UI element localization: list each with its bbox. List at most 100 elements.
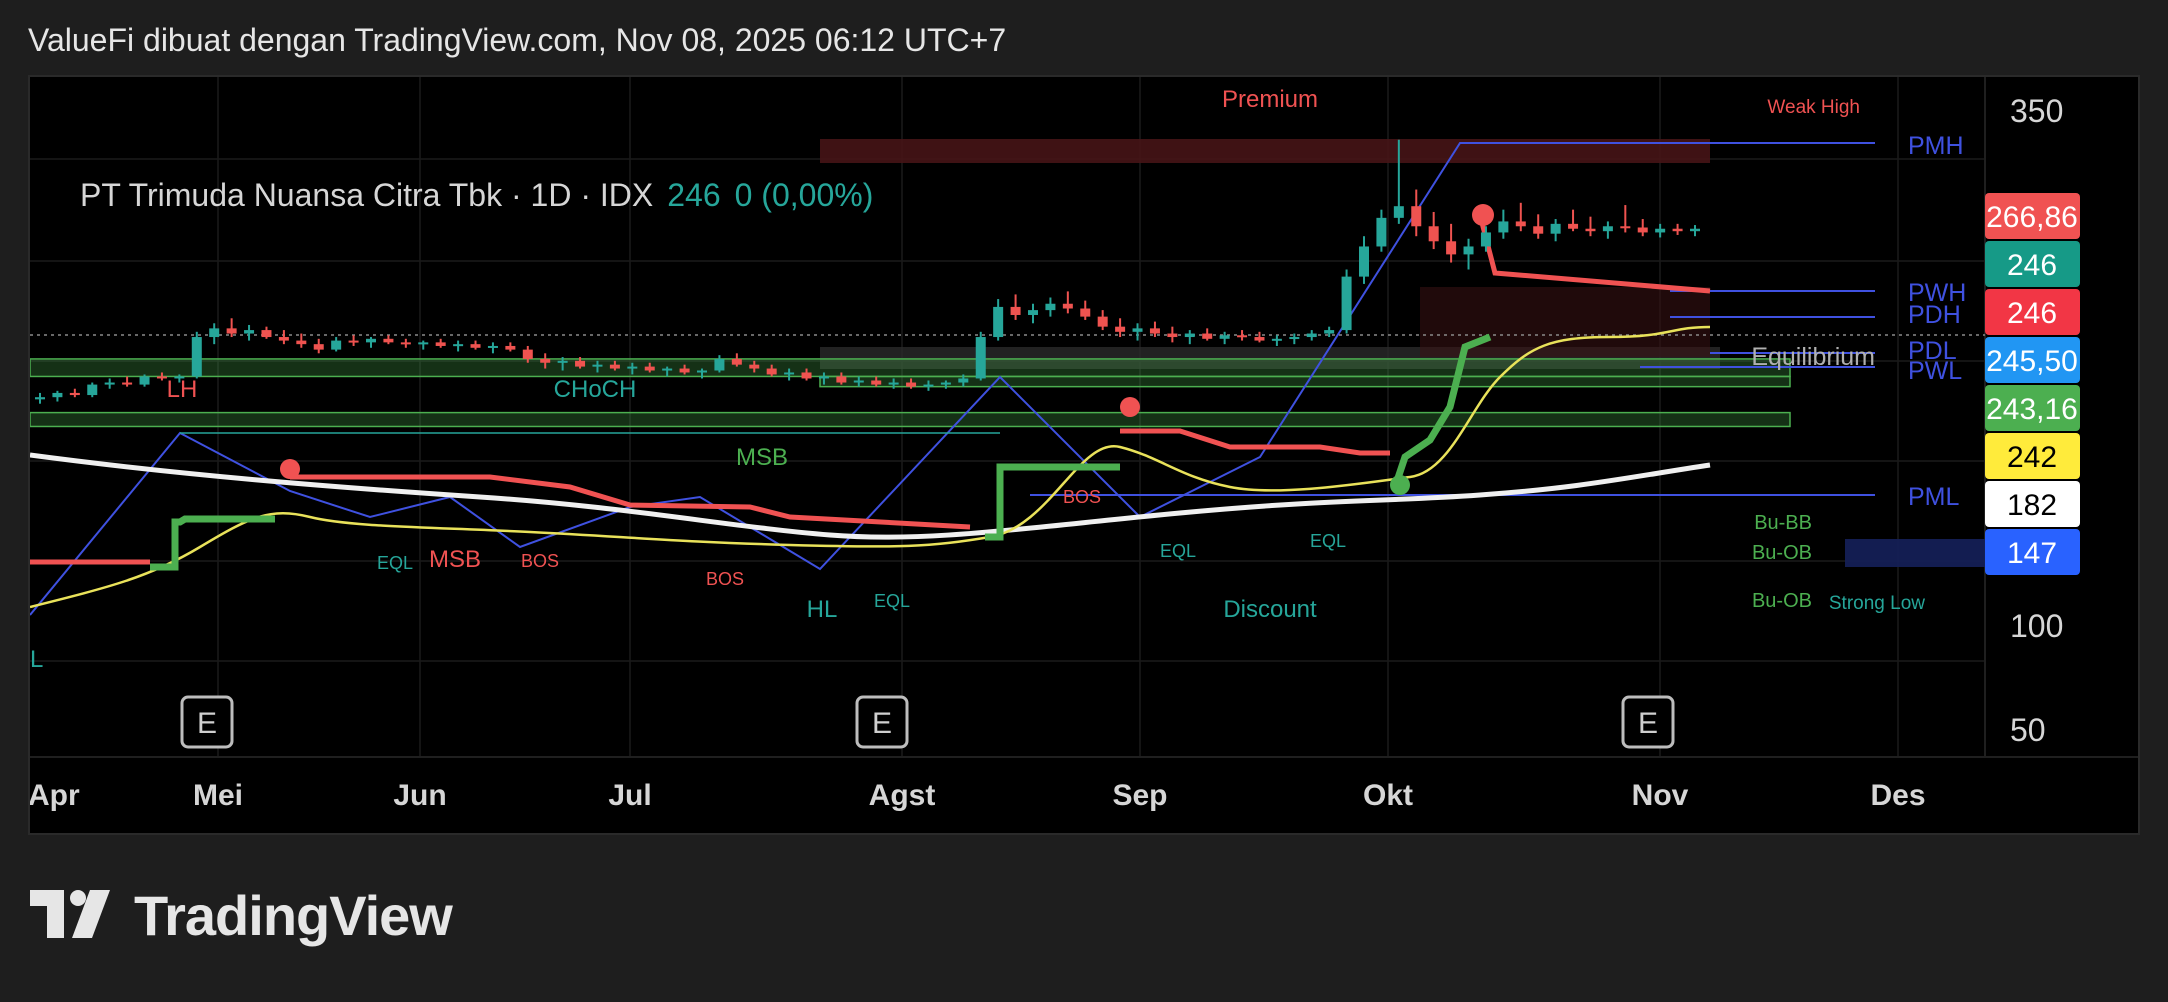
- candle: [1062, 291, 1073, 314]
- candle: [1341, 269, 1352, 334]
- time-axis: Apr Mei Jun Jul Agst Sep Okt Nov Des: [30, 779, 1926, 812]
- equilibrium-label: Equilibrium: [1751, 343, 1875, 371]
- price-label: 246: [1985, 289, 2080, 335]
- candle: [1010, 294, 1021, 320]
- bullish-signal-dot: [1390, 475, 1410, 495]
- candle: [1254, 331, 1265, 343]
- candle: [1637, 219, 1648, 237]
- candle: [122, 376, 133, 387]
- candle: [1115, 318, 1126, 338]
- candle: [383, 335, 394, 345]
- price-label: 182: [1985, 481, 2080, 527]
- earnings-marker[interactable]: E: [1621, 695, 1675, 749]
- candle: [244, 324, 255, 341]
- candle: [1202, 328, 1213, 341]
- structure-label-msb: MSB: [429, 546, 481, 573]
- level-label-pwl: PWL: [1908, 357, 1962, 385]
- symbol-legend[interactable]: PT Trimuda Nuansa Citra Tbk · 1D · IDX 24…: [80, 177, 873, 214]
- x-tick-label: Jun: [393, 779, 446, 812]
- svg-text:243,16: 243,16: [1986, 393, 2078, 426]
- candle: [1428, 211, 1439, 250]
- candle: [1237, 330, 1248, 341]
- candle: [1602, 221, 1613, 239]
- tradingview-logo[interactable]: TradingView: [30, 884, 453, 947]
- price-label: 266,86: [1985, 193, 2080, 239]
- candle: [278, 330, 289, 345]
- chart-panel[interactable]: Premium Weak High Discount Strong Low Bu…: [28, 75, 2140, 835]
- candle: [104, 378, 115, 389]
- candle: [1463, 238, 1474, 270]
- candle: [191, 331, 202, 379]
- candle: [1411, 189, 1422, 237]
- structure-label-eql: EQL: [377, 553, 413, 573]
- candle: [470, 340, 481, 350]
- svg-text:147: 147: [2007, 537, 2057, 570]
- candle: [1498, 209, 1509, 239]
- candle: [975, 331, 986, 381]
- strong-low-label: Strong Low: [1829, 593, 1925, 614]
- svg-text:E: E: [872, 707, 892, 740]
- x-tick-label: Des: [1870, 779, 1925, 812]
- candle: [731, 353, 742, 367]
- svg-text:245,50: 245,50: [1986, 345, 2078, 378]
- candle: [1219, 331, 1230, 345]
- x-tick-label: Mei: [193, 779, 243, 812]
- candle: [52, 390, 63, 402]
- earnings-marker[interactable]: E: [855, 695, 909, 749]
- x-tick-label: Jul: [608, 779, 651, 812]
- y-tick-label: 100: [2010, 608, 2063, 644]
- y-tick-label: 350: [2010, 93, 2063, 129]
- svg-text:182: 182: [2007, 489, 2057, 522]
- earnings-marker[interactable]: E: [180, 695, 234, 749]
- structure-label-hl: HL: [807, 596, 838, 623]
- candle: [1655, 223, 1666, 238]
- symbol-title: PT Trimuda Nuansa Citra Tbk · 1D · IDX: [80, 177, 654, 213]
- premium-label: Premium: [1222, 86, 1318, 113]
- candle: [366, 337, 376, 348]
- bearish-signal-dot: [280, 459, 300, 479]
- level-label-pdh: PDH: [1908, 301, 1961, 329]
- candle: [87, 382, 98, 398]
- candle: [1550, 219, 1561, 242]
- bu-ob-label: Bu-OB: [1752, 542, 1812, 564]
- price-label: 242: [1985, 433, 2080, 479]
- candle: [1672, 223, 1683, 235]
- order-block-zones: [30, 358, 1791, 428]
- candle: [1097, 310, 1108, 331]
- structure-label-lh: LH: [167, 376, 198, 403]
- candle: [1132, 323, 1143, 341]
- structure-label-bos: BOS: [706, 569, 744, 589]
- candle: [1585, 216, 1596, 237]
- structure-label-bos: BOS: [521, 551, 559, 571]
- structure-label-choch: CHoCH: [554, 376, 637, 403]
- candle: [1376, 209, 1387, 252]
- x-tick-label: Agst: [869, 779, 936, 812]
- svg-text:266,86: 266,86: [1986, 201, 2078, 234]
- candle: [348, 335, 359, 346]
- price-change: 0 (0,00%): [734, 177, 874, 213]
- order-block-zone: [30, 411, 1791, 428]
- bu-ob-label: Bu-OB: [1752, 590, 1812, 612]
- candle: [1690, 225, 1700, 237]
- y-tick-label: 50: [2010, 712, 2046, 748]
- candle: [1568, 209, 1579, 232]
- svg-text:246: 246: [2007, 249, 2057, 282]
- candle: [1533, 214, 1544, 239]
- candle: [1028, 303, 1038, 324]
- structure-label-msb: MSB: [736, 444, 788, 471]
- level-label-pmh: PMH: [1908, 132, 1964, 160]
- discount-label: Discount: [1223, 596, 1317, 623]
- candle: [1045, 297, 1056, 317]
- price-label: 147: [1985, 529, 2080, 575]
- candle: [453, 340, 464, 352]
- candle: [1515, 202, 1526, 232]
- x-tick-label: Nov: [1632, 779, 1689, 812]
- candle: [1184, 330, 1195, 345]
- weak-high-label: Weak High: [1767, 97, 1860, 118]
- candle: [487, 342, 498, 354]
- level-label-pml: PML: [1908, 483, 1960, 511]
- candle: [1446, 223, 1457, 263]
- candle: [1080, 300, 1091, 320]
- price-label: 243,16: [1985, 385, 2080, 431]
- candle: [1271, 335, 1282, 346]
